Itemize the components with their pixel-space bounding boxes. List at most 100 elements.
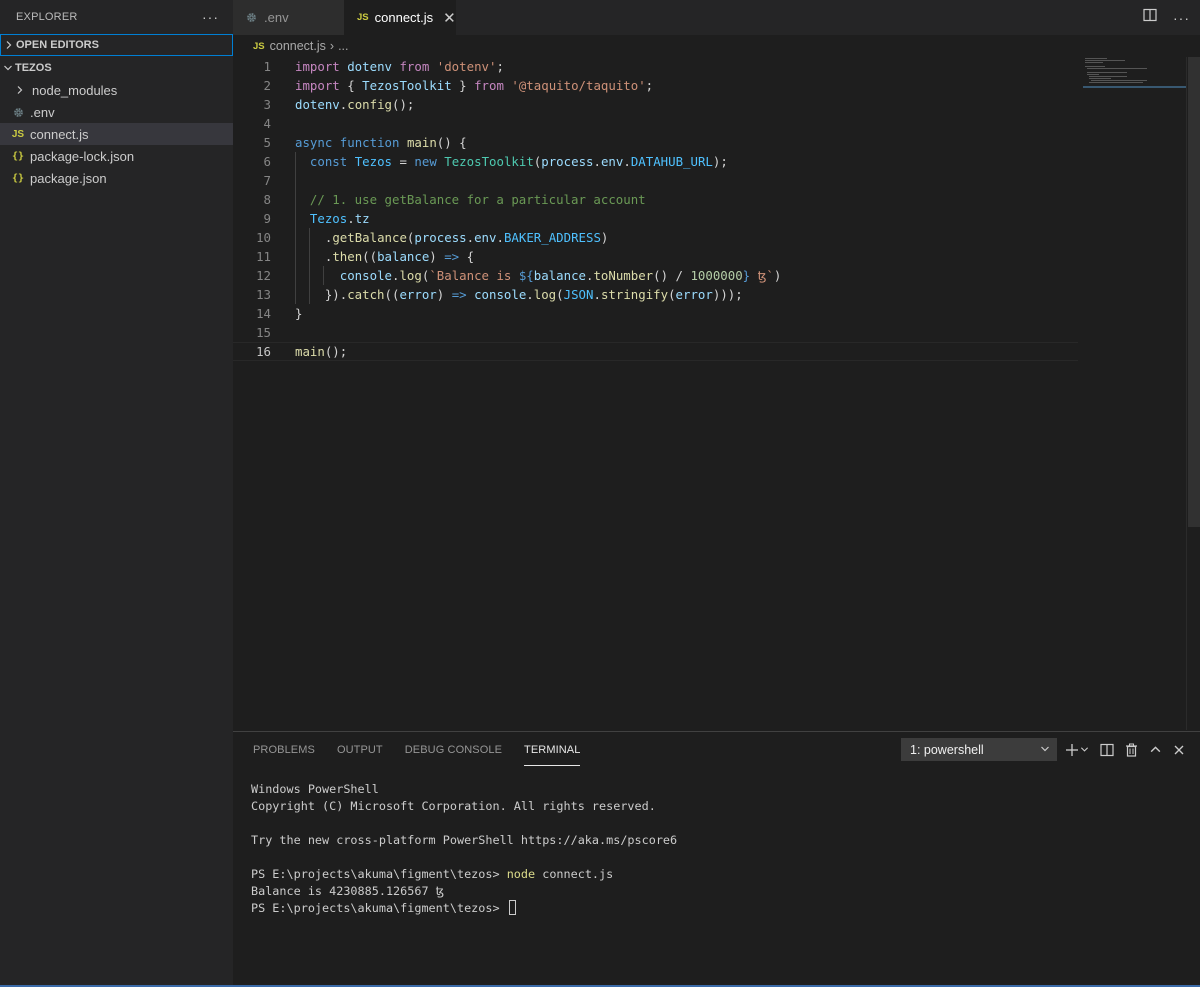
more-actions-icon[interactable]: ··· — [1173, 10, 1190, 26]
new-terminal-icon[interactable] — [1065, 743, 1089, 757]
code-line[interactable]: 2 import { TezosToolkit } from '@taquito/… — [233, 76, 1078, 95]
line-number: 12 — [256, 268, 271, 283]
tab-connect-js[interactable]: JS connect.js ✕ — [344, 0, 456, 35]
terminal-output[interactable]: Windows PowerShell Copyright (C) Microsof… — [251, 780, 677, 916]
code-line[interactable]: 4 — [233, 114, 1078, 133]
code-token: ${ — [518, 268, 534, 283]
line-number: 16 — [256, 344, 271, 359]
code-token: ꜩ` — [750, 268, 774, 283]
breadcrumb-separator: › — [329, 39, 335, 53]
breadcrumb-ellipsis[interactable]: ... — [338, 39, 348, 53]
code-token: env — [600, 154, 624, 169]
code-line[interactable]: 14} — [233, 304, 1078, 323]
line-number: 6 — [263, 154, 271, 169]
code-token: process — [414, 230, 467, 245]
more-actions-icon[interactable]: ··· — [202, 9, 219, 25]
code-token: console — [474, 287, 527, 302]
code-token: main — [295, 344, 325, 359]
code-token: process — [541, 154, 594, 169]
tab-problems[interactable]: PROBLEMS — [253, 732, 315, 767]
trash-icon[interactable] — [1125, 743, 1138, 757]
code-token: Tezos — [354, 154, 393, 169]
minimap[interactable] — [1083, 57, 1186, 90]
code-line[interactable]: 5 async function main() { — [233, 133, 1078, 152]
terminal-line: Copyright (C) Microsoft Corporation. All… — [251, 797, 677, 814]
code-editor[interactable]: 1 import dotenv from 'dotenv'; 2 import { T… — [233, 57, 1200, 730]
code-line[interactable]: 9 Tezos.tz — [233, 209, 1078, 228]
code-line[interactable]: 7 — [233, 171, 1078, 190]
code-token: { — [339, 78, 363, 93]
code-line[interactable]: 1 import dotenv from 'dotenv'; — [233, 57, 1078, 76]
code-line[interactable]: 12 console.log(`Balance is ${balance.toN… — [233, 266, 1078, 285]
terminal-line: Windows PowerShell — [251, 780, 677, 797]
code-token: ; — [496, 59, 504, 74]
code-token: }). — [295, 287, 348, 302]
code-token: stringify — [600, 287, 669, 302]
terminal-select[interactable]: 1: powershell — [901, 738, 1057, 761]
code-token: then — [332, 249, 363, 264]
terminal-line: Try the new cross-platform PowerShell ht… — [251, 831, 677, 848]
chevron-down-icon — [2, 63, 14, 73]
code-line[interactable]: 15 — [233, 323, 1078, 342]
chevron-right-icon — [3, 40, 15, 50]
split-editor-icon[interactable] — [1143, 8, 1157, 27]
code-token: ) — [429, 249, 445, 264]
js-file-icon: JS — [11, 128, 25, 140]
code-line[interactable]: 6 const Tezos = new TezosToolkit(process… — [233, 152, 1078, 171]
tab-label: .env — [264, 10, 289, 25]
code-line[interactable]: 10 .getBalance(process.env.BAKER_ADDRESS… — [233, 228, 1078, 247]
code-token: 'dotenv' — [436, 59, 497, 74]
terminal-text: Try the new cross-platform PowerShell ht… — [251, 832, 678, 847]
code-token: '@taquito/taquito' — [511, 78, 646, 93]
tab-output[interactable]: OUTPUT — [337, 732, 383, 767]
tab-debug-console[interactable]: DEBUG CONSOLE — [405, 732, 502, 767]
line-number: 10 — [256, 230, 271, 245]
folder-section-tezos[interactable]: TEZOS — [0, 57, 233, 79]
code-token: . — [295, 230, 333, 245]
tree-item-package-json[interactable]: {} package.json — [0, 167, 233, 189]
code-line[interactable]: 16 main(); — [233, 342, 1078, 361]
open-editors-section[interactable]: OPEN EDITORS — [0, 34, 233, 56]
line-number: 11 — [256, 249, 271, 264]
code-token: error — [675, 287, 713, 302]
code-token: { — [459, 249, 475, 264]
tree-item-label: package.json — [30, 170, 107, 186]
code-line[interactable]: 8 // 1. use getBalance for a particular … — [233, 190, 1078, 209]
code-line[interactable]: 3 dotenv.config(); — [233, 95, 1078, 114]
code-token: balance — [377, 249, 430, 264]
code-token: ; — [645, 78, 654, 93]
editor-scrollbar[interactable] — [1186, 57, 1200, 730]
close-icon[interactable] — [1173, 744, 1185, 756]
code-text: Tezos.tz — [295, 211, 370, 226]
code-line[interactable]: 11 .then((balance) => { — [233, 247, 1078, 266]
terminal-cursor — [508, 900, 516, 915]
split-terminal-icon[interactable] — [1100, 743, 1114, 757]
tree-item-package-lock-json[interactable]: {} package-lock.json — [0, 145, 233, 167]
tab-terminal[interactable]: TERMINAL — [524, 732, 581, 767]
code-token: () { — [436, 135, 467, 150]
chevron-up-icon[interactable] — [1149, 743, 1162, 756]
editor-tab-bar: .env JS connect.js ✕ ··· — [233, 0, 1200, 35]
code-token: . — [593, 154, 601, 169]
code-token: } — [451, 78, 475, 93]
code-token: ) — [600, 230, 609, 245]
code-token: getBalance — [332, 230, 407, 245]
chevron-down-icon — [1040, 743, 1050, 757]
code-line[interactable]: 13 }).catch((error) => console.log(JSON.… — [233, 285, 1078, 304]
scrollbar-thumb[interactable] — [1188, 57, 1200, 527]
close-icon[interactable]: ✕ — [443, 9, 456, 27]
tree-item-node-modules[interactable]: node_modules — [0, 79, 233, 101]
code-token: error — [399, 287, 437, 302]
breadcrumb: JS connect.js › ... — [233, 35, 1200, 57]
code-token: () / — [653, 268, 691, 283]
code-token: ( — [668, 287, 676, 302]
tab-env[interactable]: .env — [233, 0, 344, 35]
breadcrumb-file[interactable]: connect.js — [270, 39, 326, 53]
code-token: balance — [533, 268, 586, 283]
code-text: }).catch((error) => console.log(JSON.str… — [295, 287, 743, 302]
tree-item-connect-js[interactable]: JS connect.js — [0, 123, 233, 145]
code-token: env — [474, 230, 497, 245]
tree-item-env[interactable]: .env — [0, 101, 233, 123]
